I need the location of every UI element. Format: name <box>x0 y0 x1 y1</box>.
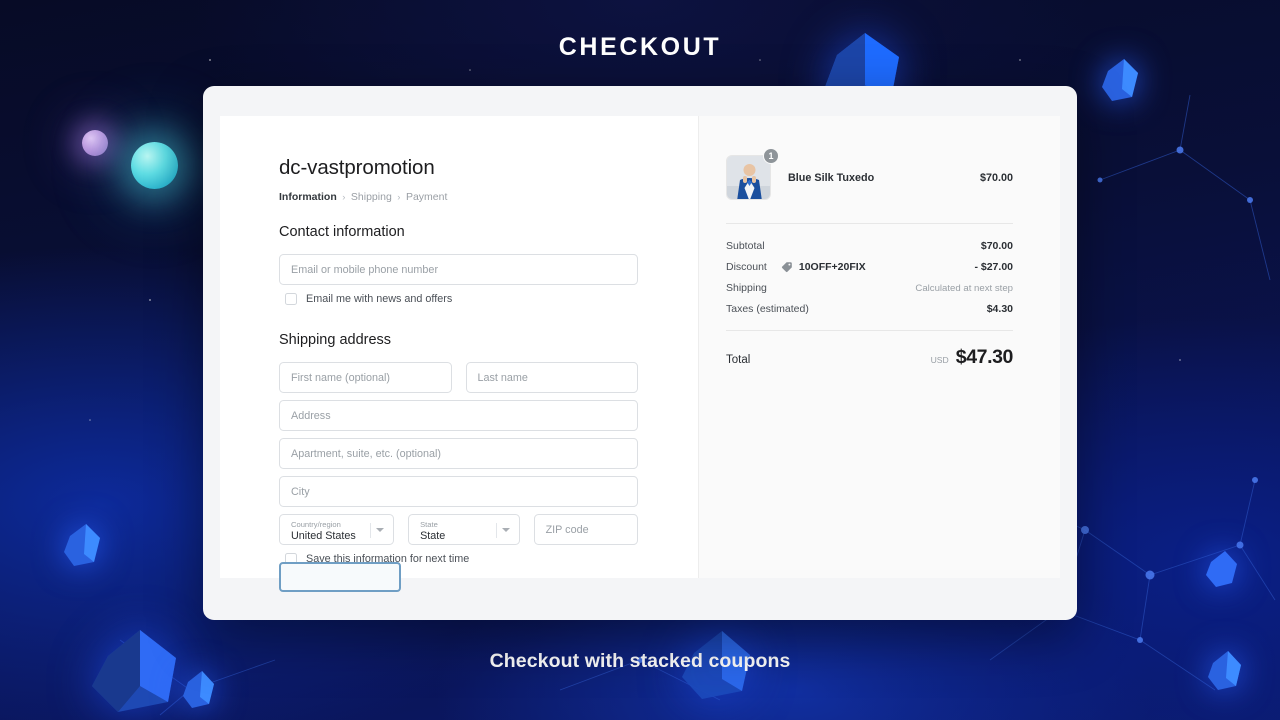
taxes-label: Taxes (estimated) <box>726 303 809 315</box>
summary-row-subtotal: Subtotal $70.00 <box>726 240 1013 252</box>
address-field[interactable]: Address <box>279 400 638 431</box>
discount-code-chip: 10OFF+20FIX <box>781 261 866 273</box>
checkout-card: dc-vastpromotion Information › Shipping … <box>203 86 1077 620</box>
planet-purple <box>82 130 108 156</box>
checkout-form-pane: dc-vastpromotion Information › Shipping … <box>220 116 698 592</box>
total-currency: USD <box>930 355 949 365</box>
chevron-down-icon <box>376 528 385 532</box>
crystal-right-mid <box>1206 551 1237 587</box>
crystal-left-small <box>64 524 100 566</box>
summary-row-shipping: Shipping Calculated at next step <box>726 282 1013 294</box>
breadcrumb-item-information[interactable]: Information <box>279 191 337 203</box>
product-thumbnail-wrap: 1 <box>726 148 779 200</box>
country-select[interactable]: Country/region United States <box>279 514 395 545</box>
last-name-field[interactable]: Last name <box>465 362 638 393</box>
chevron-right-icon: › <box>342 191 346 203</box>
country-select-divider <box>370 523 372 538</box>
discount-label: Discount <box>726 261 767 273</box>
product-name: Blue Silk Tuxedo <box>788 171 875 184</box>
shipping-value: Calculated at next step <box>915 282 1013 294</box>
tuxedo-photo <box>727 156 770 199</box>
newsletter-checkbox-row[interactable]: Email me with news and offers <box>285 293 638 305</box>
total-value: $47.30 <box>955 346 1014 368</box>
discount-code: 10OFF+20FIX <box>798 261 866 273</box>
shipping-address-heading: Shipping address <box>279 332 392 348</box>
email-field[interactable]: Email or mobile phone number <box>279 254 638 285</box>
state-select[interactable]: State State <box>408 514 520 545</box>
breadcrumb: Information › Shipping › Payment <box>279 191 638 203</box>
subtotal-value: $70.00 <box>980 240 1013 252</box>
crystal-top-far-right <box>1102 59 1138 101</box>
zip-code-field[interactable]: ZIP code <box>533 514 638 545</box>
summary-row-taxes: Taxes (estimated) $4.30 <box>726 303 1013 315</box>
subtotal-label: Subtotal <box>726 240 765 252</box>
planet-cyan <box>131 142 178 189</box>
name-row: First name (optional) Last name <box>279 362 638 393</box>
chevron-down-icon <box>501 528 510 532</box>
summary-row-total: Total USD $47.30 <box>726 331 1013 369</box>
newsletter-checkbox[interactable] <box>285 293 297 305</box>
taxes-value: $4.30 <box>986 303 1013 315</box>
apartment-field[interactable]: Apartment, suite, etc. (optional) <box>279 438 638 469</box>
chevron-right-icon: › <box>397 191 401 203</box>
summary-lines: Subtotal $70.00 Discount 10OFF+20FIX - $… <box>726 224 1013 330</box>
shipping-label: Shipping <box>726 282 767 294</box>
page-caption: Checkout with stacked coupons <box>489 650 791 672</box>
page-title: CHECKOUT <box>558 33 722 61</box>
product-price: $70.00 <box>979 171 1013 184</box>
region-row: Country/region United States State State… <box>279 514 638 545</box>
city-field[interactable]: City <box>279 476 638 507</box>
discount-value: - $27.00 <box>974 261 1013 273</box>
breadcrumb-item-payment[interactable]: Payment <box>406 191 447 203</box>
continue-to-shipping-button[interactable] <box>279 562 401 592</box>
quantity-badge: 1 <box>763 148 779 164</box>
shop-title: dc-vastpromotion <box>279 156 435 179</box>
state-select-divider <box>495 523 497 538</box>
breadcrumb-item-shipping[interactable]: Shipping <box>351 191 392 203</box>
first-name-field[interactable]: First name (optional) <box>279 362 452 393</box>
tag-icon <box>781 262 792 273</box>
crystal-bottom-left-small <box>183 671 214 708</box>
total-label: Total <box>726 354 751 366</box>
product-thumbnail <box>726 155 771 200</box>
summary-row-discount: Discount 10OFF+20FIX - $27.00 <box>726 261 1013 273</box>
checkout-panes: dc-vastpromotion Information › Shipping … <box>220 116 1060 592</box>
newsletter-label: Email me with news and offers <box>306 293 453 305</box>
order-summary-pane: 1 Blue Silk Tuxedo $70.00 Subtotal $70.0… <box>698 116 1060 578</box>
order-line-item: 1 Blue Silk Tuxedo $70.00 <box>726 148 1013 200</box>
contact-information-heading: Contact information <box>279 224 405 240</box>
